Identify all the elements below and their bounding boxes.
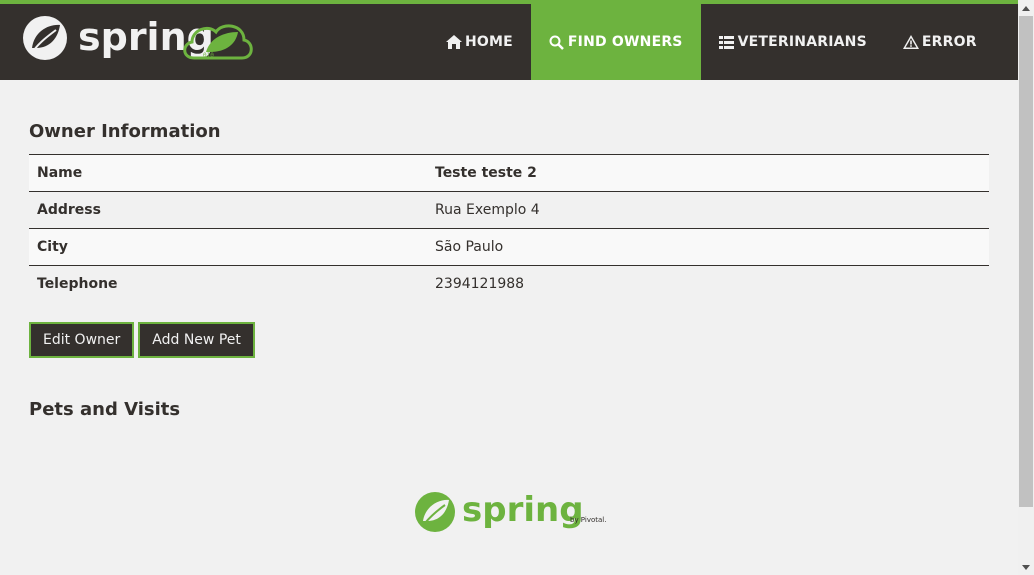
telephone-label: Telephone: [37, 276, 118, 293]
home-icon: [446, 34, 462, 50]
warning-icon: [902, 34, 919, 50]
city-value: São Paulo: [435, 239, 504, 255]
nav-home[interactable]: HOME: [428, 4, 531, 80]
table-row: Name Teste teste 2: [29, 154, 989, 192]
owner-actions: Edit Owner Add New Pet: [29, 322, 255, 358]
name-label: Name: [37, 165, 83, 181]
edit-owner-button[interactable]: Edit Owner: [29, 322, 135, 358]
address-label: Address: [37, 202, 101, 218]
main-nav: HOME FIND OWNERS VETERINARIANS ERROR: [428, 4, 995, 80]
add-new-pet-button[interactable]: Add New Pet: [138, 322, 255, 358]
spring-by-pivotal-logo: spring by Pivotal.: [415, 490, 606, 532]
table-row: Address Rua Exemplo 4: [29, 191, 989, 229]
owner-info-table: Name Teste teste 2 Address Rua Exemplo 4…: [29, 154, 989, 303]
city-label: City: [37, 239, 68, 255]
spring-logo[interactable]: spring 010: [22, 14, 254, 64]
name-value: Teste teste 2: [435, 165, 537, 181]
table-row: City São Paulo: [29, 228, 989, 266]
telephone-value: 2394121988: [435, 276, 525, 293]
owner-information-heading: Owner Information: [29, 121, 221, 142]
nav-veterinarians-label: VETERINARIANS: [737, 34, 867, 50]
footer-by-text: by Pivotal.: [570, 516, 606, 524]
address-value: Rua Exemplo 4: [435, 202, 540, 218]
table-icon: [719, 34, 735, 50]
scroll-up-arrow-icon[interactable]: [1018, 0, 1034, 16]
nav-error[interactable]: ERROR: [885, 4, 995, 80]
nav-home-label: HOME: [465, 34, 513, 50]
nav-find-owners[interactable]: FIND OWNERS: [530, 4, 701, 80]
footer-brand-text: spring: [462, 490, 584, 530]
navbar: spring 010 HOME FIND OWNERS VETERINARIAN…: [0, 4, 1018, 80]
scrollbar-thumb[interactable]: [1019, 16, 1033, 507]
search-icon: [549, 34, 565, 50]
pets-and-visits-heading: Pets and Visits: [29, 399, 181, 420]
table-row: Telephone 2394121988: [29, 265, 989, 303]
nav-error-label: ERROR: [921, 34, 977, 50]
scroll-down-arrow-icon[interactable]: [1018, 559, 1034, 575]
brand-badge-text: 010: [203, 52, 214, 59]
nav-find-owners-label: FIND OWNERS: [567, 34, 683, 50]
nav-veterinarians[interactable]: VETERINARIANS: [701, 4, 885, 80]
